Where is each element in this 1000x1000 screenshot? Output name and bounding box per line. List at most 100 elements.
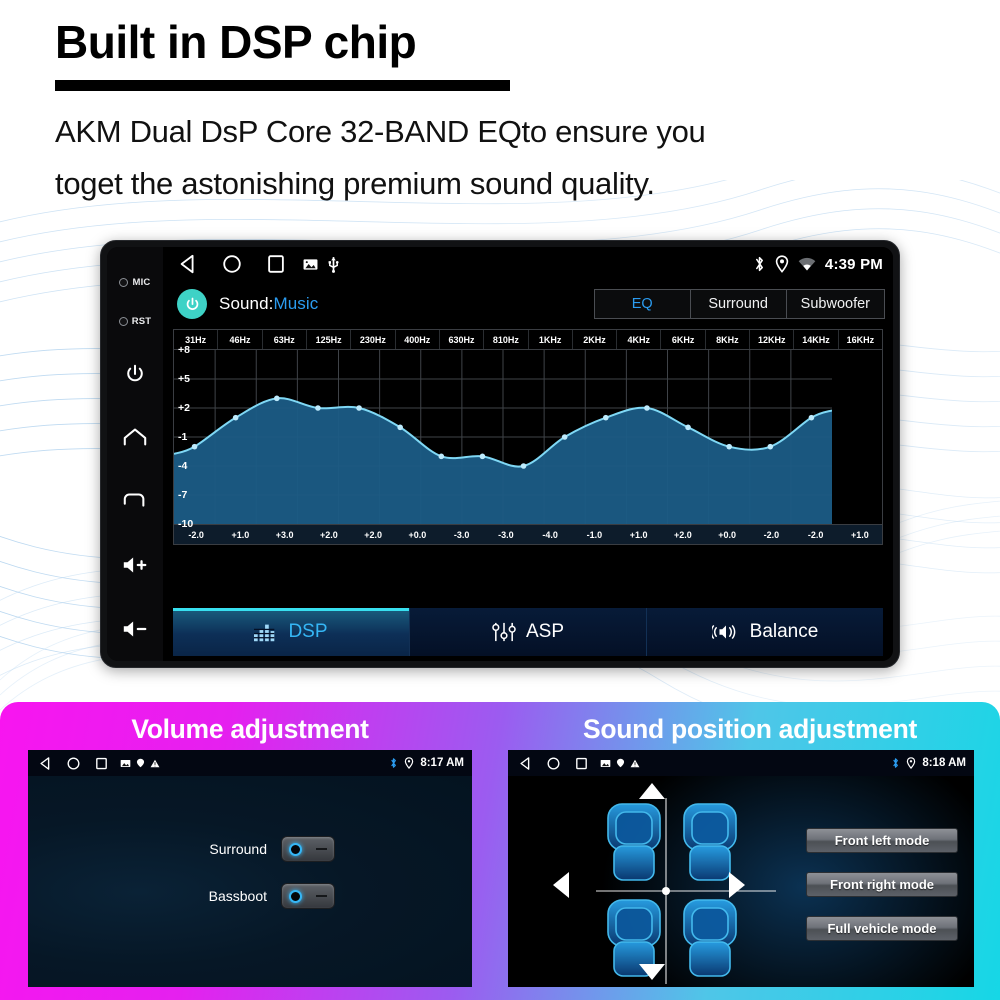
- sound-label-prefix: Sound:: [219, 294, 274, 313]
- title-underline-rule: [55, 80, 510, 92]
- reset-label: RST: [131, 316, 152, 328]
- y-axis-tick: +8: [178, 344, 190, 356]
- gain-value: +1.0: [850, 529, 869, 540]
- gain-value: +2.0: [364, 529, 383, 540]
- tab-asp[interactable]: ASP: [410, 608, 647, 656]
- full-vehicle-mode-button[interactable]: Full vehicle mode: [806, 916, 958, 941]
- sound-source-row: Sound:Music EQ Surround Subwoofer: [163, 281, 893, 327]
- recents-icon[interactable]: [94, 756, 109, 771]
- warning-icon[interactable]: [150, 759, 160, 768]
- left-arrow-icon[interactable]: [552, 871, 570, 899]
- y-axis-tick: -7: [178, 489, 188, 501]
- front-right-mode-button[interactable]: Front right mode: [806, 872, 958, 897]
- tab-subwoofer[interactable]: Subwoofer: [786, 290, 884, 318]
- image-icon[interactable]: [600, 759, 611, 768]
- volume-status-indicators: 8:17 AM: [389, 757, 464, 769]
- gain-value: +2.0: [673, 529, 692, 540]
- image-icon[interactable]: [303, 258, 318, 271]
- frequency-label: 6KHz: [661, 330, 706, 349]
- down-arrow-icon[interactable]: [638, 963, 666, 981]
- sound-mode-button-group: Front left mode Front right mode Full ve…: [806, 828, 958, 941]
- back-icon[interactable]: [177, 253, 199, 275]
- surround-toggle[interactable]: [281, 836, 335, 862]
- volume-switch-list: Surround Bassboot: [193, 836, 335, 909]
- gain-value-row: -2.0 +1.0 +3.0 +2.0 +2.0 +0.0 -3.0 -3.0 -4.0 -1.0…: [174, 524, 882, 544]
- tab-balance[interactable]: Balance: [647, 608, 883, 656]
- power-icon: [127, 364, 143, 381]
- bluetooth-icon: [391, 758, 397, 768]
- eq-plot-area[interactable]: +8 +5 +2 -1 -4 -7 -10: [174, 344, 882, 530]
- volume-up-button[interactable]: [107, 533, 163, 597]
- volume-down-button[interactable]: [107, 597, 163, 661]
- gain-value: +0.0: [718, 529, 737, 540]
- y-axis-labels: +8 +5 +2 -1 -4 -7 -10: [176, 344, 198, 530]
- frequency-label: 400Hz: [396, 330, 440, 349]
- bluetooth-icon: [755, 256, 763, 272]
- mic-indicator: MIC: [119, 263, 150, 302]
- tab-balance-label: Balance: [749, 621, 819, 642]
- power-button[interactable]: [107, 342, 163, 406]
- tab-dsp-label: DSP: [288, 621, 328, 642]
- position-nav-icons: [518, 756, 640, 771]
- pin-icon[interactable]: [616, 758, 625, 768]
- gain-value: +2.0: [319, 529, 338, 540]
- usb-icon[interactable]: [327, 256, 340, 273]
- front-left-mode-button[interactable]: Front left mode: [806, 828, 958, 853]
- recents-icon[interactable]: [574, 756, 589, 771]
- panel-volume-title: Volume adjustment: [131, 714, 369, 744]
- y-axis-tick: -10: [178, 518, 194, 530]
- right-arrow-icon[interactable]: [728, 871, 746, 899]
- back-icon[interactable]: [518, 756, 533, 771]
- page-title: Built in DSP chip: [55, 16, 417, 68]
- reset-indicator[interactable]: RST: [118, 302, 152, 341]
- image-icon[interactable]: [120, 759, 131, 768]
- frequency-label: 1KHz: [529, 330, 573, 349]
- toggle-dash-icon: [316, 848, 327, 850]
- frequency-label: 230Hz: [351, 330, 396, 349]
- sound-power-button[interactable]: [177, 289, 207, 319]
- location-icon: [907, 757, 916, 769]
- frequency-label: 63Hz: [263, 330, 307, 349]
- tab-surround[interactable]: Surround: [690, 290, 787, 318]
- speaker-waves-icon: [711, 625, 736, 639]
- panel-volume-adjustment: Volume adjustment 8:17 AM Surround Bassb…: [0, 702, 500, 1000]
- home-button[interactable]: [107, 406, 163, 470]
- recents-icon[interactable]: [265, 253, 287, 275]
- back-button[interactable]: [107, 469, 163, 533]
- status-clock: 4:39 PM: [824, 255, 883, 273]
- android-status-bar: 4:39 PM: [163, 247, 893, 281]
- panel-position-title: Sound position adjustment: [582, 714, 918, 744]
- surround-switch-label: Surround: [209, 841, 267, 857]
- frequency-label: 4KHz: [617, 330, 662, 349]
- tab-dsp[interactable]: DSP: [173, 608, 410, 656]
- gain-value: -2.0: [807, 529, 824, 540]
- warning-icon[interactable]: [630, 759, 640, 768]
- eq-curve-svg[interactable]: [174, 350, 832, 524]
- reset-hole-icon[interactable]: [118, 317, 128, 327]
- frequency-label: 2KHz: [573, 330, 618, 349]
- page-root: Built in DSP chip AKM Dual DsP Core 32-B…: [0, 0, 1000, 1000]
- volume-nav-icons: [38, 756, 160, 771]
- position-clock: 8:18 AM: [922, 757, 966, 769]
- location-icon: [775, 255, 789, 273]
- status-indicators: 4:39 PM: [753, 255, 883, 273]
- wifi-icon: [798, 257, 816, 270]
- bottom-feature-section: Volume adjustment 8:17 AM Surround Bassb…: [0, 702, 1000, 1000]
- home-icon[interactable]: [546, 756, 561, 771]
- home-icon[interactable]: [66, 756, 81, 771]
- home-icon: [123, 428, 147, 446]
- home-icon[interactable]: [221, 253, 243, 275]
- back-icon[interactable]: [38, 756, 53, 771]
- car-seats-diagram[interactable]: [596, 796, 796, 986]
- equalizer-chart: 31Hz 46Hz 63Hz 125Hz 230Hz 400Hz 630Hz 810Hz 1KH…: [173, 329, 883, 545]
- up-arrow-icon[interactable]: [638, 782, 666, 800]
- toggle-led-icon: [289, 842, 302, 856]
- bassboot-toggle[interactable]: [281, 883, 335, 909]
- tab-asp-label: ASP: [525, 621, 565, 642]
- sound-label-value: Music: [273, 294, 319, 313]
- frequency-label-row: 31Hz 46Hz 63Hz 125Hz 230Hz 400Hz 630Hz 810Hz 1KH…: [174, 330, 882, 350]
- head-unit-screen: 4:39 PM Sound:Music EQ Surround Subwoofe…: [163, 247, 893, 661]
- pin-icon[interactable]: [136, 758, 145, 768]
- frequency-label: 630Hz: [440, 330, 485, 349]
- tab-eq[interactable]: EQ: [594, 290, 691, 318]
